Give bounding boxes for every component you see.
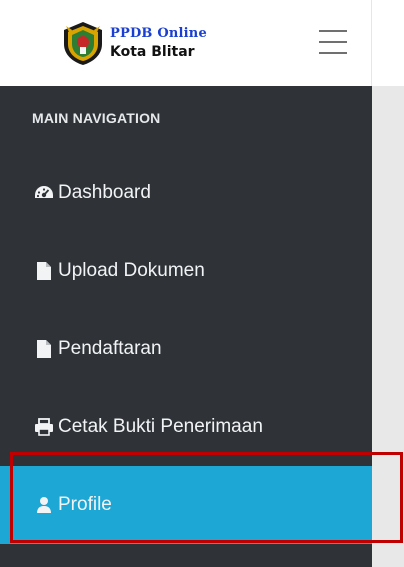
sidebar-item-profile[interactable]: Profile [0, 466, 372, 544]
hamburger-menu-button[interactable] [317, 26, 351, 58]
top-header: PPDB Online Kota Blitar [0, 0, 372, 86]
dashboard-icon [34, 183, 54, 203]
kota-blitar-emblem-icon [64, 22, 102, 65]
user-icon [34, 495, 54, 515]
sidebar-item-label: Dashboard [58, 182, 151, 203]
sidebar-item-label: Cetak Bukti Penerimaan [58, 416, 263, 437]
hamburger-line [319, 41, 347, 43]
file-icon [34, 261, 54, 281]
sidebar-item-cetak-bukti-penerimaan[interactable]: Cetak Bukti Penerimaan [0, 388, 372, 466]
sidebar-heading: MAIN NAVIGATION [32, 110, 161, 126]
brand-subtitle: Kota Blitar [110, 44, 195, 60]
sidebar-item-label: Upload Dokumen [58, 260, 205, 281]
sidebar: MAIN NAVIGATION Dashboard Upload Dokumen [0, 86, 372, 567]
brand-title: PPDB Online [110, 26, 207, 41]
sidebar-item-pendaftaran[interactable]: Pendaftaran [0, 310, 372, 388]
file-icon [34, 339, 54, 359]
hamburger-line [319, 52, 347, 54]
sidebar-item-label: Pendaftaran [58, 338, 162, 359]
sidebar-item-label: Profile [58, 494, 112, 515]
hamburger-line [319, 30, 347, 32]
sidebar-item-dashboard[interactable]: Dashboard [0, 154, 372, 232]
print-icon [34, 417, 54, 437]
logo[interactable]: PPDB Online Kota Blitar [60, 16, 250, 70]
content-area-edge [372, 86, 404, 567]
sidebar-item-upload-dokumen[interactable]: Upload Dokumen [0, 232, 372, 310]
